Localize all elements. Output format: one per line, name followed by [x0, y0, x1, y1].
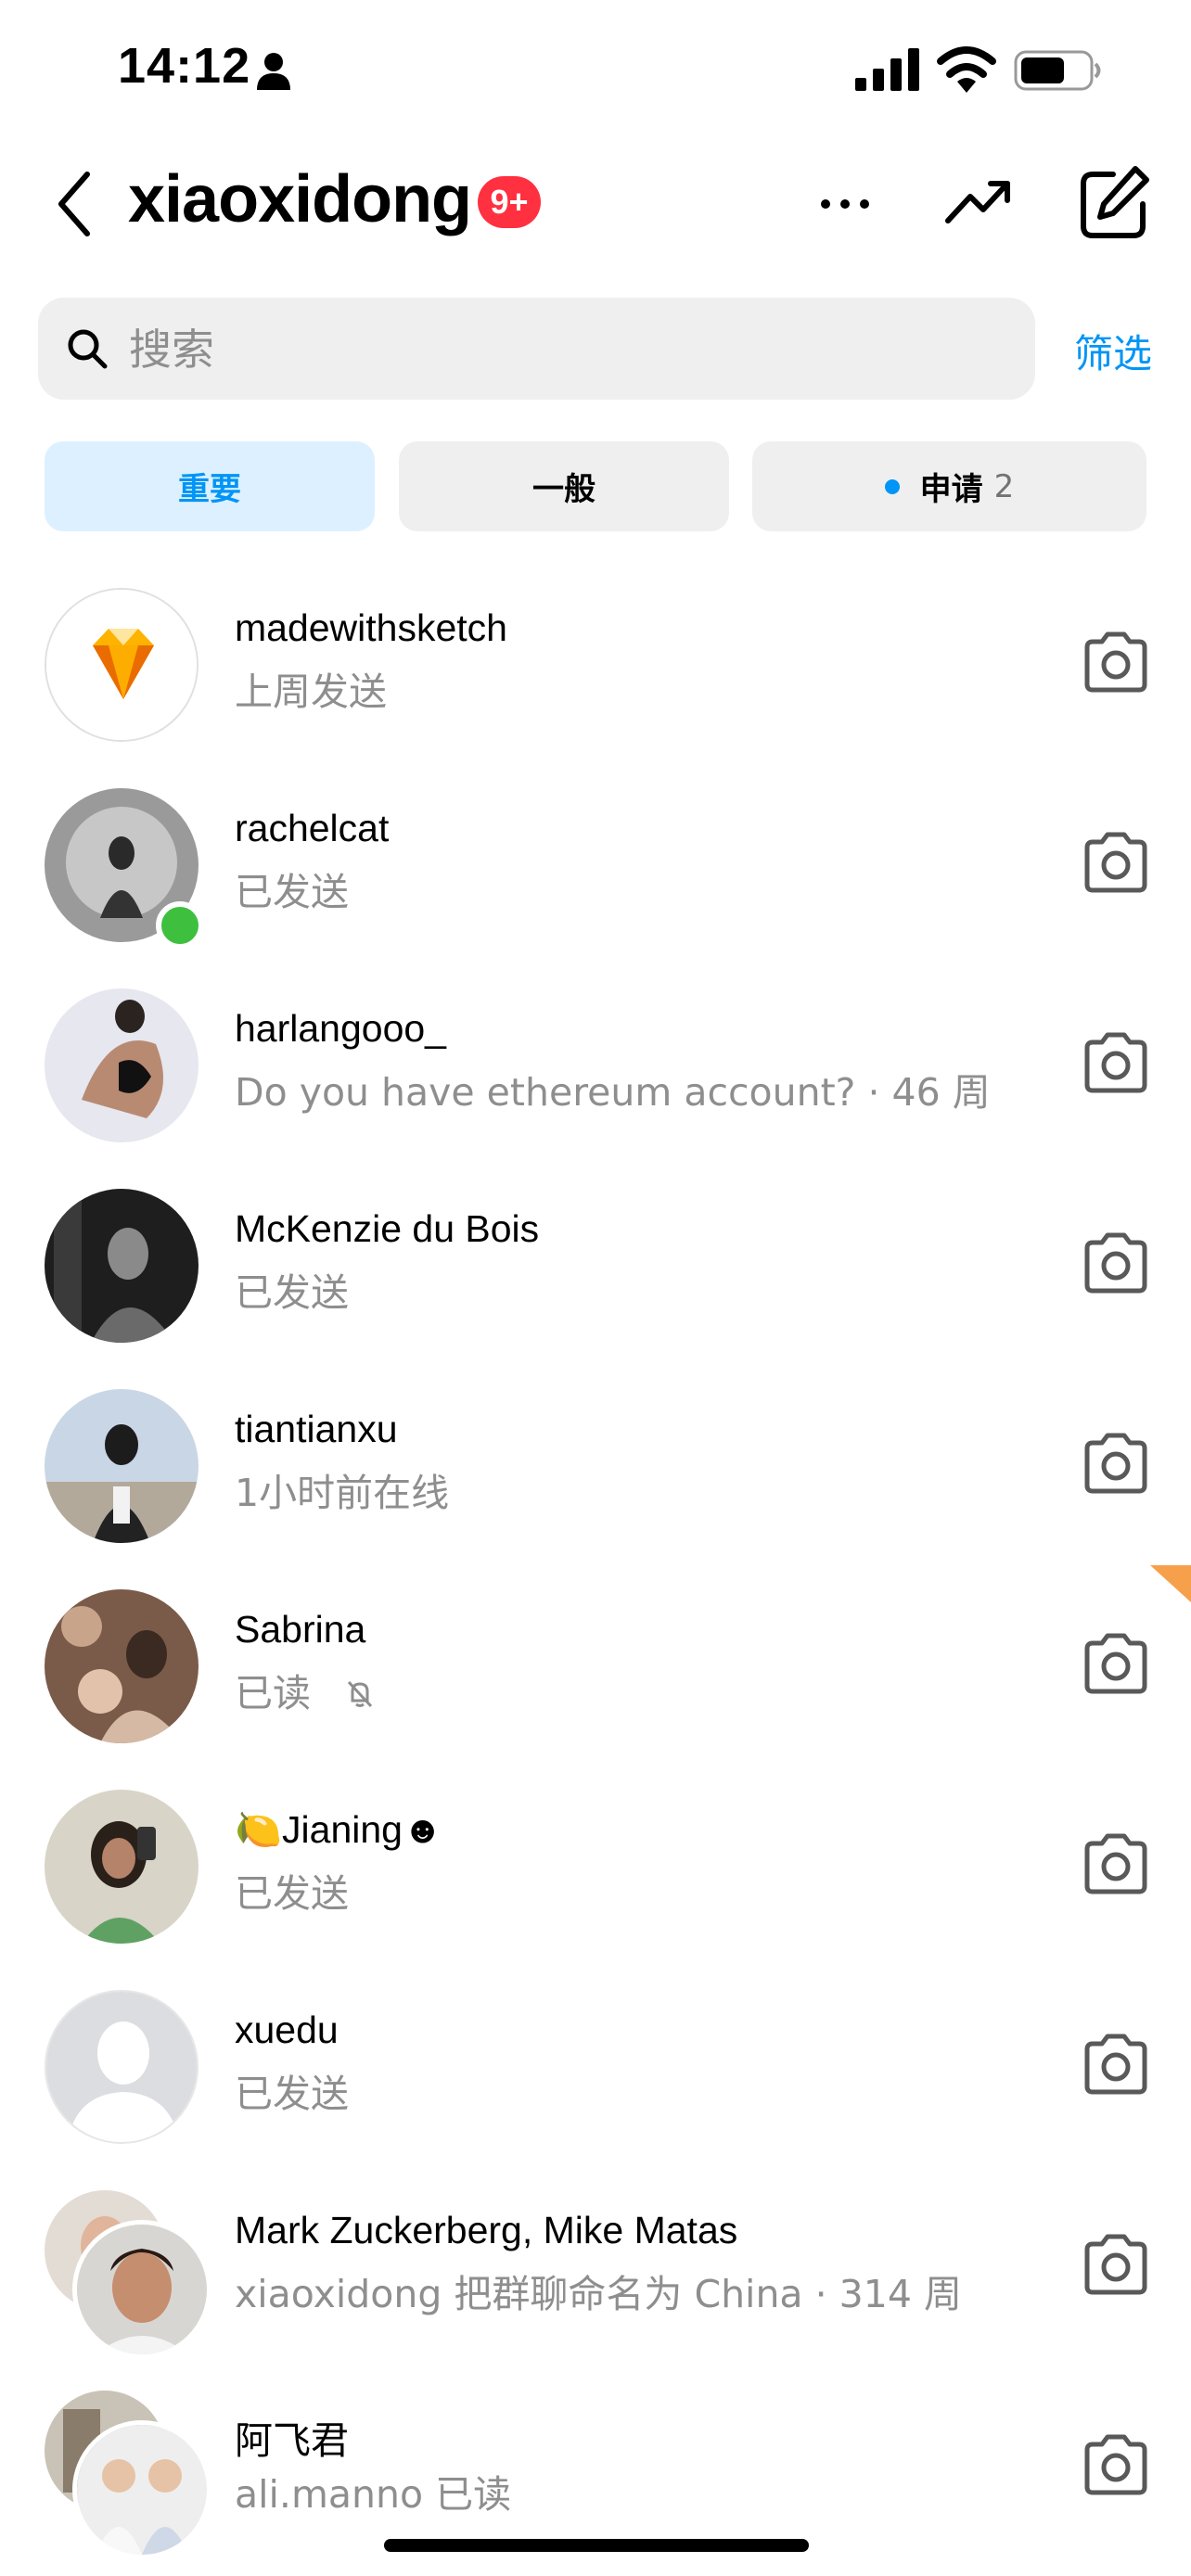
- avatar: [45, 1389, 198, 1543]
- conversation-name: xuedu: [235, 2009, 339, 2051]
- list-item[interactable]: McKenzie du Bois 已发送: [0, 1172, 1191, 1372]
- avatar: [45, 988, 198, 1142]
- conversation-status: 已发送: [235, 870, 349, 914]
- conversation-status: 已读: [235, 1662, 377, 1717]
- avatar: [45, 1589, 198, 1743]
- list-item[interactable]: madewithsketch 上周发送: [0, 571, 1191, 772]
- conversation-status: 已发送: [235, 1871, 349, 1916]
- conversation-name: madewithsketch: [235, 606, 507, 649]
- notification-badge: 9+: [478, 176, 541, 228]
- battery-icon: [1014, 50, 1101, 91]
- camera-icon[interactable]: [1080, 829, 1152, 894]
- conversation-status: 1小时前在线: [235, 1471, 450, 1515]
- camera-icon[interactable]: [1080, 2431, 1152, 2496]
- conversation-name: Mark Zuckerberg, Mike Matas: [235, 2209, 738, 2251]
- status-bar: 14:12: [0, 0, 1191, 139]
- header: xiaoxidong 9+: [0, 148, 1191, 260]
- filter-button[interactable]: 筛选: [1074, 323, 1152, 379]
- tab-general[interactable]: 一般: [399, 441, 729, 531]
- list-item[interactable]: Mark Zuckerberg, Mike Matas xiaoxidong 把…: [0, 2174, 1191, 2374]
- signal-icon: [855, 48, 919, 91]
- home-indicator[interactable]: [384, 2539, 809, 2552]
- camera-icon[interactable]: [1080, 2231, 1152, 2296]
- camera-icon[interactable]: [1080, 1630, 1152, 1695]
- back-arrow-icon[interactable]: [48, 167, 104, 241]
- conversation-status: Do you have ethereum account? · 46 周: [235, 1070, 991, 1115]
- camera-icon[interactable]: [1080, 1430, 1152, 1495]
- camera-icon[interactable]: [1080, 1230, 1152, 1294]
- conversation-name: tiantianxu: [235, 1408, 398, 1450]
- online-indicator: [156, 901, 204, 950]
- avatar: [45, 1990, 198, 2144]
- muted-bell-icon: [347, 1680, 373, 1708]
- search-bar[interactable]: [38, 298, 1035, 402]
- group-avatar: [45, 2391, 211, 2559]
- conversation-status: 已发送: [235, 1270, 349, 1315]
- conversation-name: rachelcat: [235, 807, 390, 849]
- conversation-status: 已发送: [235, 2072, 349, 2116]
- camera-icon[interactable]: [1080, 1029, 1152, 1094]
- camera-icon[interactable]: [1080, 1830, 1152, 1895]
- conversation-name: Sabrina: [235, 1608, 366, 1651]
- avatar: [45, 1790, 198, 1944]
- conversation-name: harlangooo_: [235, 1007, 446, 1050]
- page-title[interactable]: xiaoxidong: [128, 161, 472, 237]
- person-icon: [257, 53, 290, 90]
- avatar: [45, 588, 198, 742]
- tab-primary[interactable]: 重要: [45, 441, 375, 531]
- compose-icon[interactable]: [1076, 163, 1150, 241]
- avatar: [72, 2220, 211, 2359]
- wifi-icon: [937, 46, 996, 93]
- unread-dot: [884, 478, 900, 494]
- conversation-status-text: 已读: [235, 1671, 311, 1715]
- search-input[interactable]: [127, 298, 1003, 402]
- conversation-name: 🍋Jianing☻: [235, 1808, 443, 1851]
- list-item[interactable]: tiantianxu 1小时前在线: [0, 1372, 1191, 1573]
- more-options-icon[interactable]: [813, 176, 877, 232]
- requests-count: 2: [993, 467, 1015, 505]
- camera-icon[interactable]: [1080, 629, 1152, 694]
- camera-icon[interactable]: [1080, 2031, 1152, 2096]
- conversation-status: ali.manno 已读: [235, 2472, 512, 2517]
- avatar: [45, 1189, 198, 1343]
- tab-requests[interactable]: 申请 2: [752, 441, 1146, 531]
- conversation-status: 上周发送: [235, 670, 387, 714]
- list-item[interactable]: harlangooo_ Do you have ethereum account…: [0, 972, 1191, 1172]
- conversation-status: xiaoxidong 把群聊命名为 China · 314 周: [235, 2272, 962, 2316]
- tab-requests-label: 申请: [919, 471, 983, 508]
- trending-icon[interactable]: [944, 167, 1015, 237]
- status-time: 14:12: [118, 38, 251, 94]
- list-item[interactable]: Sabrina 已读: [0, 1573, 1191, 1773]
- list-item[interactable]: rachelcat 已发送: [0, 772, 1191, 972]
- group-avatar: [45, 2190, 211, 2359]
- avatar: [72, 2420, 211, 2559]
- conversation-name: 阿飞君: [235, 2419, 349, 2462]
- search-icon: [68, 329, 108, 369]
- conversation-name: McKenzie du Bois: [235, 1207, 540, 1250]
- list-item[interactable]: 🍋Jianing☻ 已发送: [0, 1773, 1191, 1973]
- edge-marker: [1150, 1565, 1191, 1602]
- list-item[interactable]: xuedu 已发送: [0, 1973, 1191, 2174]
